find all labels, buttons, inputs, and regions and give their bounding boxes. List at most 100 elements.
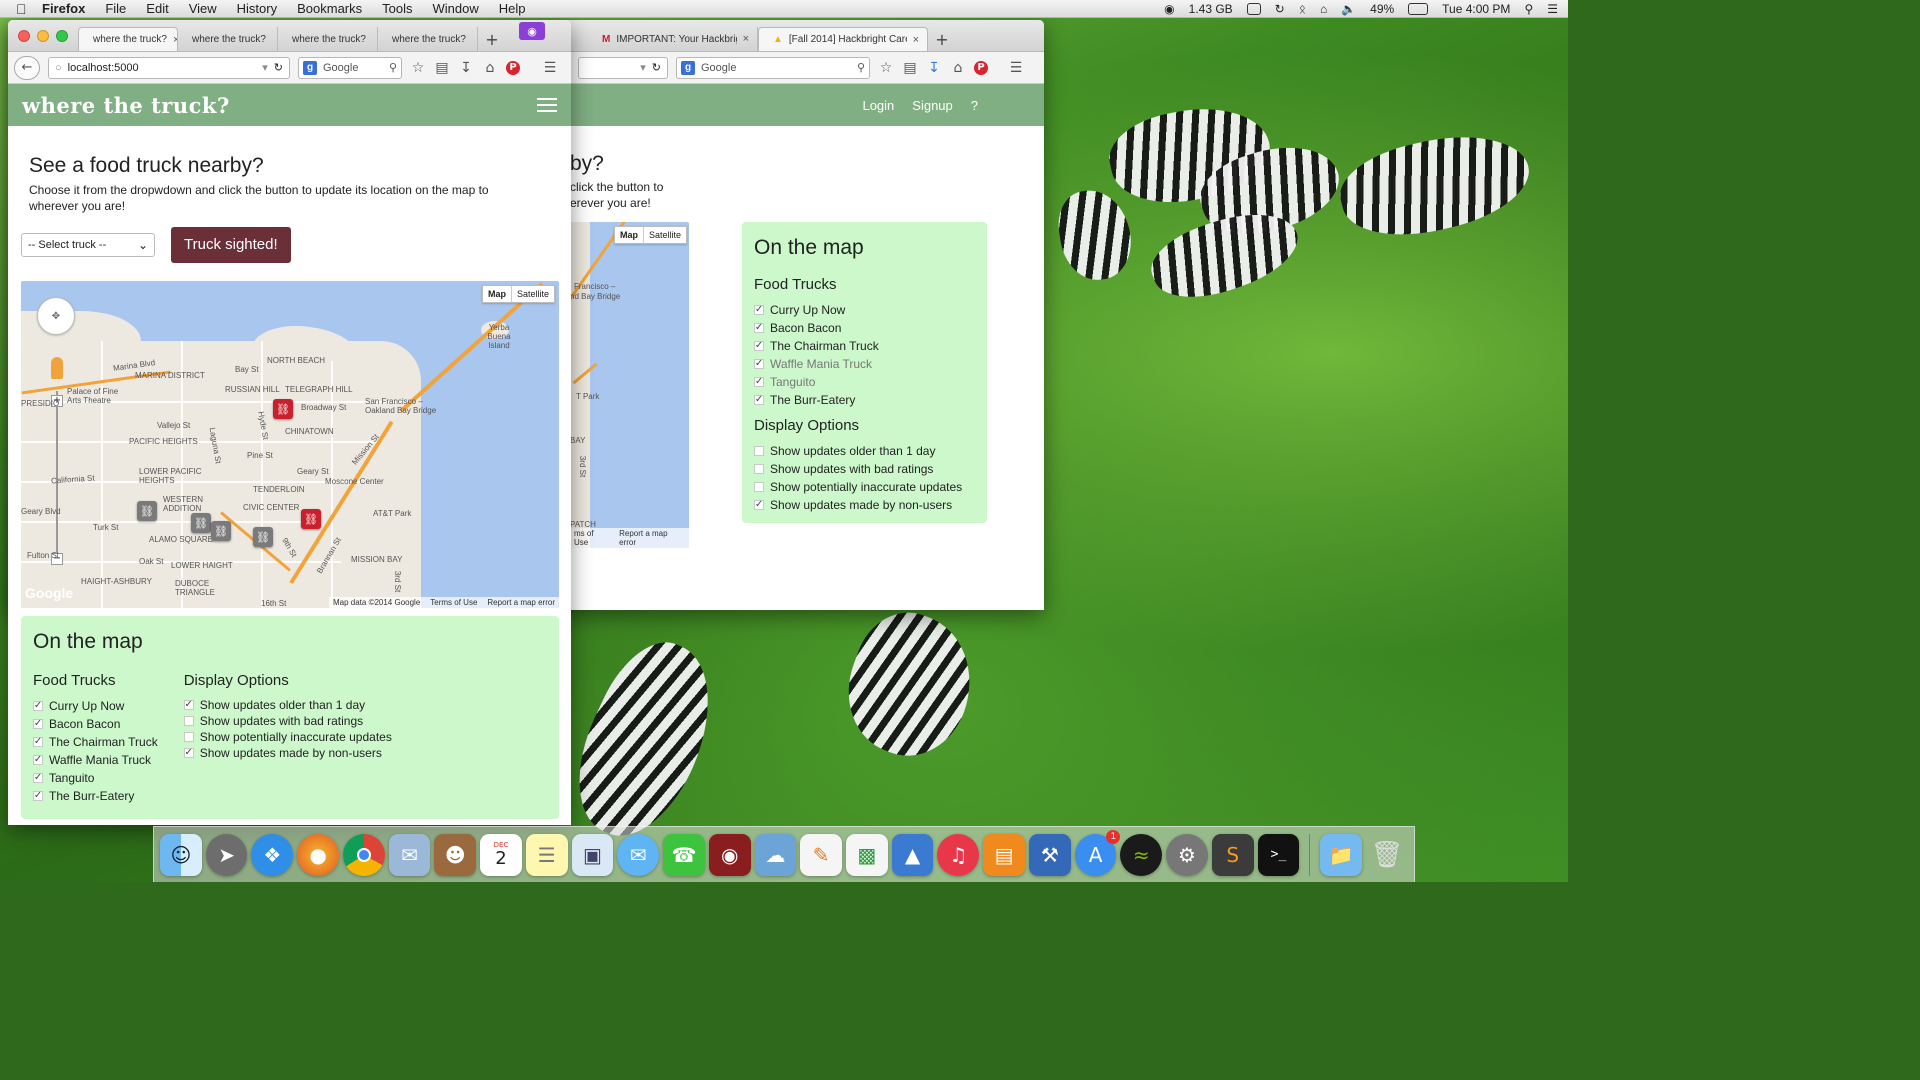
contacts-icon[interactable]: ☻ bbox=[434, 833, 477, 876]
close-tab-icon[interactable]: × bbox=[913, 34, 919, 46]
menu-icon[interactable]: ☰ bbox=[542, 60, 558, 76]
volume-icon[interactable]: 🔈 bbox=[1341, 2, 1356, 16]
search-bar[interactable]: g Google ⚲ bbox=[676, 56, 870, 79]
tab-where-the-truck[interactable]: where the truck? bbox=[278, 27, 378, 51]
menu-edit[interactable]: Edit bbox=[146, 1, 168, 16]
tab-where-the-truck[interactable]: where the truck? bbox=[178, 27, 278, 51]
iphoto-icon[interactable]: ☁ bbox=[754, 833, 797, 876]
notes-icon[interactable]: ☰ bbox=[525, 833, 568, 876]
bookmark-star-icon[interactable]: ☆ bbox=[878, 60, 894, 76]
xcode-icon[interactable]: ⚒ bbox=[1028, 833, 1071, 876]
back-button[interactable]: ← bbox=[14, 55, 40, 80]
reload-icon[interactable]: ↻ bbox=[274, 61, 283, 74]
city-map[interactable]: ✥ + − Map Satellite Marina Blvd MARINA D… bbox=[21, 281, 559, 608]
checkbox[interactable] bbox=[754, 482, 764, 492]
url-bar[interactable]: ○ localhost:5000 ▾ ↻ bbox=[48, 56, 290, 79]
truck-filter-row[interactable]: ✓ Waffle Mania Truck bbox=[754, 355, 975, 373]
checkbox[interactable] bbox=[183, 716, 194, 726]
option-row[interactable]: Show updates with bad ratings bbox=[754, 460, 975, 478]
messages-icon[interactable]: ✉ bbox=[617, 833, 660, 876]
option-row[interactable]: ✓ Show updates older than 1 day bbox=[183, 697, 392, 713]
truck-marker[interactable]: ⛓ bbox=[211, 521, 231, 541]
notification-center-icon[interactable]: ☰ bbox=[1547, 2, 1558, 16]
truck-marker[interactable]: ⛓ bbox=[191, 513, 211, 533]
ibooks-icon[interactable]: ▤ bbox=[983, 833, 1025, 876]
terminal-icon[interactable]: >_ bbox=[1257, 833, 1300, 876]
safari-icon[interactable]: ❖ bbox=[251, 833, 294, 876]
download-icon[interactable]: ↧ bbox=[926, 60, 942, 76]
reading-list-icon[interactable]: ▤ bbox=[434, 60, 450, 76]
checkbox[interactable]: ✓ bbox=[33, 755, 43, 765]
numbers-icon[interactable]: ▩ bbox=[846, 833, 888, 876]
map-type-map-button[interactable]: Map bbox=[483, 286, 512, 302]
option-row[interactable]: Show updates with bad ratings bbox=[183, 713, 392, 729]
checkbox[interactable]: ✓ bbox=[183, 748, 194, 758]
memory-monitor-icon[interactable]: ◉ bbox=[1164, 2, 1174, 16]
chrome-icon[interactable] bbox=[342, 833, 385, 876]
keynote-icon[interactable]: ▲ bbox=[891, 833, 934, 876]
zoom-window-button[interactable] bbox=[56, 30, 68, 42]
checkbox[interactable]: ✓ bbox=[754, 500, 764, 510]
bookmark-star-icon[interactable]: ☆ bbox=[410, 60, 426, 76]
truck-filter-row[interactable]: ✓ Bacon Bacon bbox=[33, 715, 158, 733]
pan-control[interactable]: ✥ bbox=[37, 297, 75, 335]
wifi-icon[interactable]: ⌂ bbox=[1320, 2, 1327, 16]
photo-booth-icon[interactable]: ◉ bbox=[708, 833, 751, 876]
truck-filter-row[interactable]: ✓ Curry Up Now bbox=[33, 697, 158, 715]
checkbox[interactable]: ✓ bbox=[754, 323, 764, 333]
option-row[interactable]: ✓ Show updates made by non-users bbox=[183, 745, 392, 761]
search-icon[interactable]: ⚲ bbox=[857, 61, 865, 74]
menu-file[interactable]: File bbox=[105, 1, 126, 16]
hamburger-menu-icon[interactable] bbox=[537, 98, 557, 112]
truck-filter-row[interactable]: ✓ Tanguito bbox=[754, 373, 975, 391]
truck-filter-row[interactable]: ✓ The Burr-Eatery bbox=[754, 391, 975, 409]
truck-filter-row[interactable]: ✓ Waffle Mania Truck bbox=[33, 751, 158, 769]
trash-icon[interactable]: 🗑 bbox=[1366, 834, 1408, 876]
checkbox[interactable]: ✓ bbox=[33, 773, 43, 783]
truck-filter-row[interactable]: ✓ Curry Up Now bbox=[754, 301, 975, 319]
close-window-button[interactable] bbox=[18, 30, 30, 42]
battery-percent[interactable]: 49% bbox=[1370, 2, 1394, 16]
truck-marker[interactable]: ⛓ bbox=[253, 527, 273, 547]
truck-filter-row[interactable]: ✓ The Burr-Eatery bbox=[33, 787, 158, 805]
search-bar[interactable]: g Google ⚲ bbox=[298, 56, 402, 79]
menu-tools[interactable]: Tools bbox=[382, 1, 412, 16]
tab-drive[interactable]: ▲ [Fall 2014] Hackbright Caree... × bbox=[758, 27, 928, 51]
home-icon[interactable]: ⌂ bbox=[482, 60, 498, 76]
dropdown-arrow-icon[interactable]: ▾ bbox=[262, 61, 268, 74]
launchpad-icon[interactable]: ➤ bbox=[205, 833, 248, 876]
spotify-icon[interactable]: ≈ bbox=[1120, 833, 1163, 876]
truck-sighted-button[interactable]: Truck sighted! bbox=[171, 227, 291, 263]
terms-link[interactable]: ms of Use bbox=[574, 529, 609, 547]
battery-icon[interactable] bbox=[1408, 3, 1429, 15]
checkbox[interactable]: ✓ bbox=[754, 395, 764, 405]
option-row[interactable]: Show potentially inaccurate updates bbox=[183, 729, 392, 745]
checkbox[interactable] bbox=[183, 732, 194, 742]
bluetooth-icon[interactable]: ᛟ bbox=[1299, 2, 1306, 16]
checkbox[interactable]: ✓ bbox=[33, 737, 43, 747]
mail-icon[interactable]: ✉ bbox=[388, 833, 431, 876]
app-store-icon[interactable]: A 1 bbox=[1074, 829, 1121, 876]
checkbox[interactable]: ✓ bbox=[754, 359, 764, 369]
truck-filter-row[interactable]: ✓ The Chairman Truck bbox=[33, 733, 158, 751]
menu-view[interactable]: View bbox=[189, 1, 217, 16]
tab-gmail[interactable]: M IMPORTANT: Your Hackbrig... × bbox=[588, 27, 758, 51]
airplay-icon[interactable] bbox=[1246, 3, 1261, 15]
sublime-text-icon[interactable]: S bbox=[1211, 833, 1254, 876]
truck-filter-row[interactable]: ✓ The Chairman Truck bbox=[754, 337, 975, 355]
finder-icon[interactable]: ☺ bbox=[160, 833, 202, 876]
firefox-icon[interactable]: ● bbox=[297, 833, 339, 876]
reading-list-icon[interactable]: ▤ bbox=[902, 60, 918, 76]
menu-icon[interactable]: ☰ bbox=[1008, 60, 1024, 76]
street-view-pegman-icon[interactable] bbox=[51, 357, 63, 379]
facetime-icon[interactable]: ☎ bbox=[663, 833, 705, 876]
option-row[interactable]: Show updates older than 1 day bbox=[754, 442, 975, 460]
menu-history[interactable]: History bbox=[237, 1, 277, 16]
checkbox[interactable] bbox=[754, 446, 764, 456]
checkbox[interactable]: ✓ bbox=[754, 341, 764, 351]
login-link[interactable]: Login bbox=[862, 98, 894, 113]
menu-app-firefox[interactable]: Firefox bbox=[42, 1, 85, 16]
itunes-icon[interactable]: ♫ bbox=[937, 833, 980, 876]
report-error-link[interactable]: Report a map error bbox=[487, 598, 555, 607]
preview-icon[interactable]: ▣ bbox=[571, 833, 614, 876]
